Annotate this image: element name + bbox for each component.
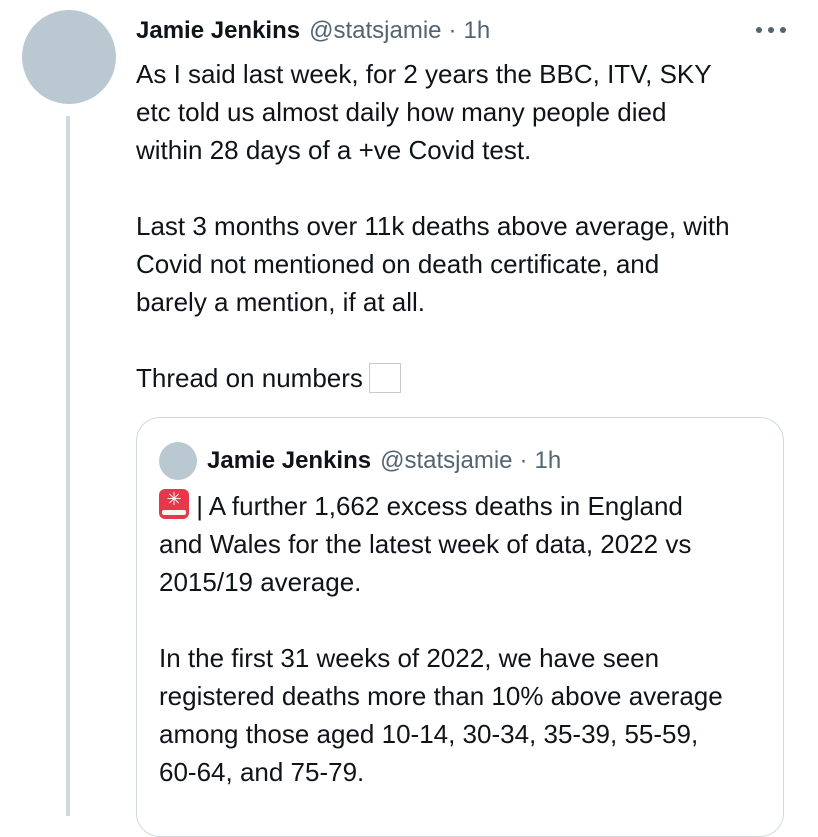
quoted-header-separator: · <box>519 447 528 474</box>
tweet-line: Last 3 months over 11k deaths above aver… <box>136 211 730 241</box>
quoted-line: among those aged 10-14, 30-34, 35-39, 55… <box>159 719 699 749</box>
author-avatar[interactable] <box>22 10 116 104</box>
quoted-paragraph: In the first 31 weeks of 2022, we have s… <box>159 639 759 791</box>
quoted-line: | A further 1,662 excess deaths in Engla… <box>196 491 683 521</box>
quoted-line: In the first 31 weeks of 2022, we have s… <box>159 643 660 673</box>
quoted-tweet-card[interactable]: Jamie Jenkins @statsjamie · 1h | A furth… <box>136 417 784 837</box>
quoted-line: 2015/19 average. <box>159 567 362 597</box>
header-separator: · <box>448 17 457 44</box>
author-handle[interactable]: @statsjamie <box>309 17 441 45</box>
more-options-icon[interactable] <box>756 22 786 38</box>
tweet-body: As I said last week, for 2 years the BBC… <box>136 55 796 397</box>
tweet-header: Jamie Jenkins @statsjamie · 1h <box>136 14 490 48</box>
quoted-tweet-body: | A further 1,662 excess deaths in Engla… <box>159 487 759 791</box>
tweet-line: Covid not mentioned on death certificate… <box>136 249 660 279</box>
tweet-line: As I said last week, for 2 years the BBC… <box>136 59 712 89</box>
author-name[interactable]: Jamie Jenkins <box>136 17 300 45</box>
quoted-tweet-timestamp: 1h <box>534 447 562 474</box>
tweet-timestamp[interactable]: 1h <box>464 17 491 45</box>
siren-icon <box>159 489 189 519</box>
missing-emoji-icon <box>368 363 401 393</box>
tweet-line: within 28 days of a +ve Covid test. <box>136 135 532 165</box>
quoted-author-avatar <box>159 442 197 480</box>
quoted-author-handle: @statsjamie <box>380 447 513 474</box>
thread-text: Thread on numbers <box>136 363 363 393</box>
tweet-paragraph: Last 3 months over 11k deaths above aver… <box>136 207 796 321</box>
quoted-line: and Wales for the latest week of data, 2… <box>159 529 692 559</box>
tweet-line: etc told us almost daily how many people… <box>136 97 667 127</box>
tweet-paragraph: As I said last week, for 2 years the BBC… <box>136 55 796 169</box>
quoted-paragraph: | A further 1,662 excess deaths in Engla… <box>159 487 759 601</box>
thread-connector-line <box>66 116 70 816</box>
quoted-line: 60-64, and 75-79. <box>159 757 365 787</box>
quoted-tweet-header: Jamie Jenkins @statsjamie · 1h <box>207 442 561 480</box>
tweet-line: barely a mention, if at all. <box>136 287 426 317</box>
quoted-line: registered deaths more than 10% above av… <box>159 681 723 711</box>
thread-announcement: Thread on numbers <box>136 359 796 397</box>
quoted-author-name: Jamie Jenkins <box>207 447 372 474</box>
